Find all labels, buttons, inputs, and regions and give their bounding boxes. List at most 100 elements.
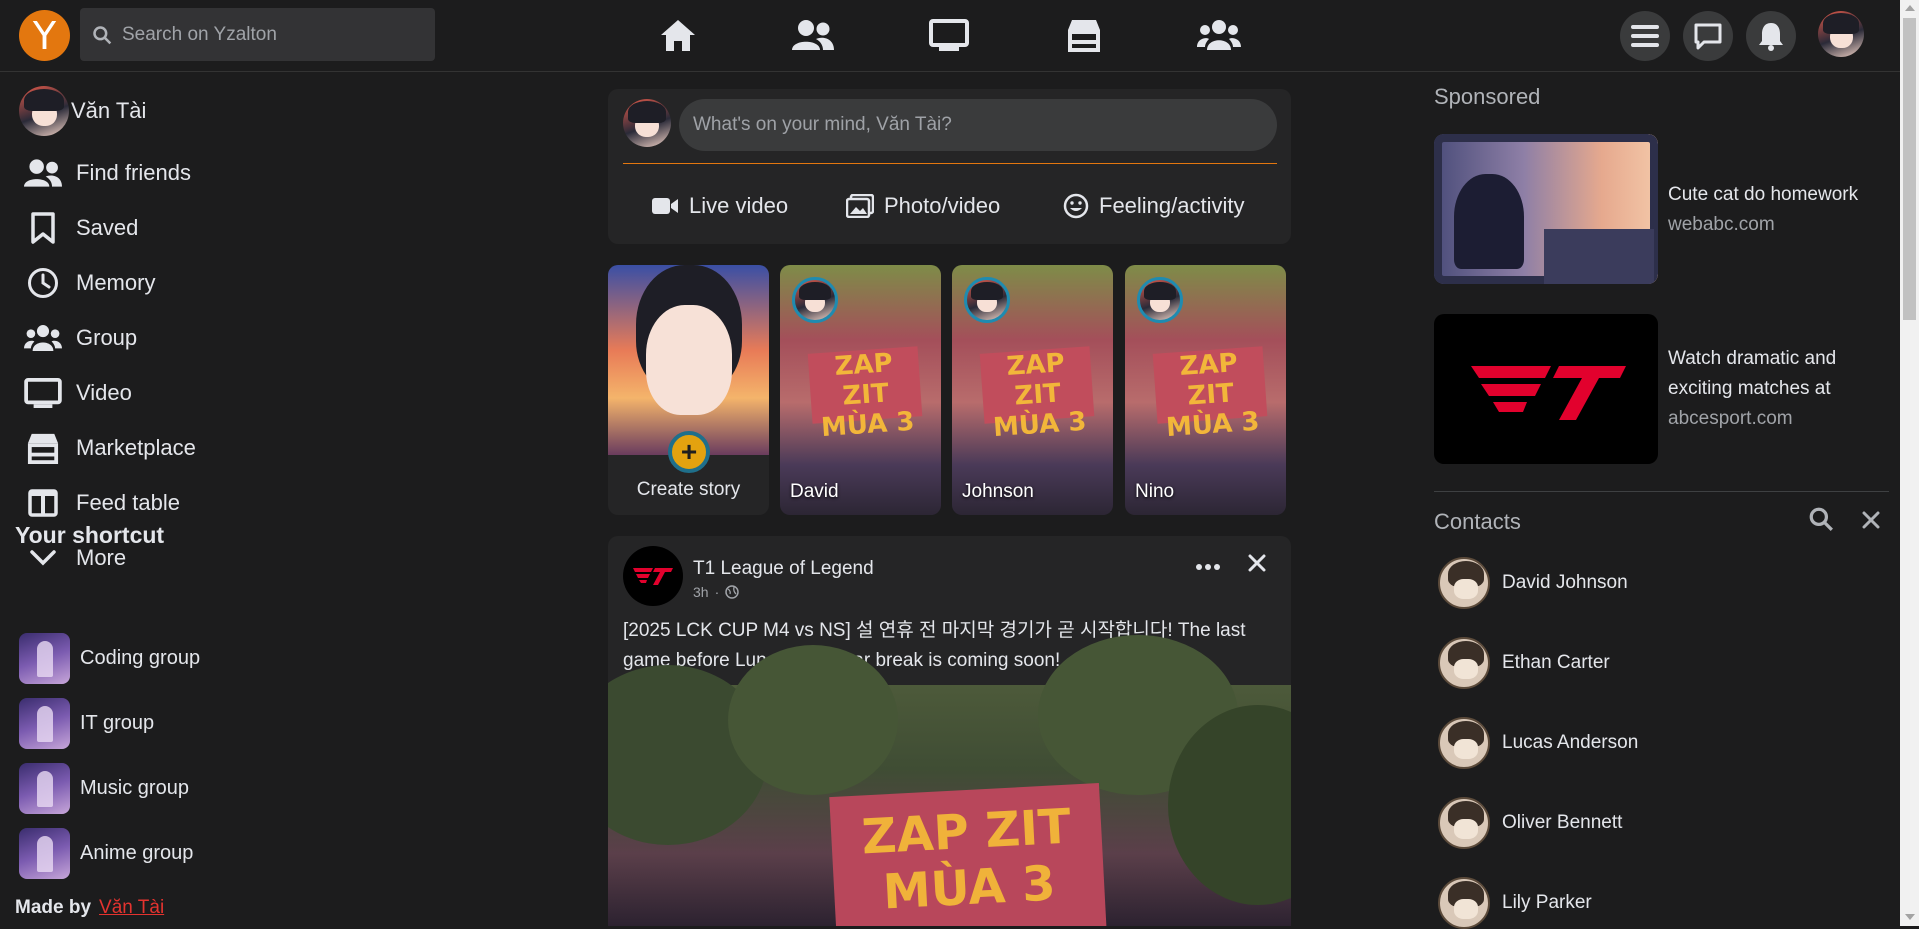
contact-avatar (1438, 637, 1490, 689)
friends-icon (24, 154, 62, 192)
feeling-activity-label: Feeling/activity (1099, 193, 1245, 218)
scroll-up-arrow[interactable] (1905, 5, 1915, 11)
friends-icon[interactable] (788, 15, 838, 55)
contact-item[interactable]: Oliver Bennett (1438, 797, 1622, 849)
story-card[interactable]: ZAP ZIT MÙA 3 David (780, 265, 941, 515)
ad-title: Cute cat do homework (1668, 184, 1859, 205)
contact-item[interactable]: Lucas Anderson (1438, 717, 1638, 769)
post-image-banner-text: ZAP ZIT MÙA 3 (829, 783, 1107, 926)
photo-video-label: Photo/video (884, 193, 1001, 218)
close-icon[interactable] (1248, 554, 1266, 577)
group-thumbnail (19, 633, 70, 684)
globe-icon (725, 585, 739, 599)
contacts-title: Contacts (1434, 509, 1521, 534)
author-link[interactable]: Văn Tài (99, 897, 164, 919)
shortcut-title: Your shortcut (15, 522, 165, 548)
sidebar-item-marketplace[interactable]: Marketplace (24, 429, 196, 467)
story-user-name: Johnson (962, 481, 1034, 502)
ad-title: Watch dramatic and exciting matches at (1668, 348, 1837, 399)
ad-card[interactable]: Watch dramatic and exciting matches at a… (1434, 314, 1874, 464)
contact-name: Ethan Carter (1502, 652, 1610, 673)
sidebar-item-find-friends[interactable]: Find friends (24, 154, 191, 192)
sponsored-title: Sponsored (1434, 84, 1541, 109)
contact-item[interactable]: Lily Parker (1438, 877, 1592, 929)
story-banner-text: ZAP ZIT MÙA 3 (979, 346, 1095, 443)
sidebar-item-memory[interactable]: Memory (24, 264, 155, 302)
scroll-down-arrow[interactable] (1905, 914, 1915, 920)
home-icon[interactable] (653, 15, 703, 55)
groups-icon[interactable] (1194, 15, 1244, 55)
composer-divider (623, 163, 1277, 164)
close-icon[interactable] (1862, 511, 1880, 534)
sidebar-item-label: Video (76, 380, 132, 405)
shortcut-label: Music group (80, 777, 189, 799)
ad-site: webabc.com (1668, 214, 1775, 235)
contact-avatar (1438, 557, 1490, 609)
contact-name: David Johnson (1502, 572, 1628, 593)
shortcut-item[interactable]: Anime group (19, 828, 193, 879)
shortcut-label: IT group (80, 712, 155, 734)
create-story-label: Create story (636, 479, 741, 500)
made-by-label: Made by (15, 897, 92, 918)
shortcut-item[interactable]: Music group (19, 763, 189, 814)
sidebar-item-label: Feed table (76, 490, 180, 515)
scrollbar-thumb[interactable] (1903, 18, 1916, 320)
sidebar-item-video[interactable]: Video (24, 374, 132, 412)
contact-item[interactable]: David Johnson (1438, 557, 1628, 609)
search-input[interactable] (122, 23, 422, 46)
page-scrollbar[interactable] (1900, 0, 1919, 926)
story-card[interactable]: ZAP ZIT MÙA 3 Nino (1125, 265, 1286, 515)
sidebar-item-group[interactable]: Group (24, 319, 137, 357)
story-banner-text: ZAP ZIT MÙA 3 (1152, 346, 1268, 443)
more-options-icon[interactable] (1195, 558, 1221, 576)
story-avatar (1137, 277, 1183, 323)
top-bar: Y (0, 0, 1900, 72)
ad-image-cat (1434, 134, 1658, 284)
create-story-card[interactable]: + Create story (608, 265, 769, 515)
ad-card[interactable]: Cute cat do homework webabc.com (1434, 134, 1874, 284)
sidebar-item-saved[interactable]: Saved (24, 209, 138, 247)
app-logo[interactable]: Y (19, 10, 70, 61)
columns-icon (24, 484, 62, 522)
search-icon[interactable] (1808, 506, 1834, 537)
profile-link[interactable]: Văn Tài (19, 86, 146, 136)
composer-input[interactable]: What's on your mind, Văn Tài? (679, 99, 1277, 151)
video-icon[interactable] (924, 15, 974, 55)
profile-avatar[interactable] (1818, 11, 1864, 57)
notifications-icon[interactable] (1746, 11, 1796, 61)
story-card[interactable]: ZAP ZIT MÙA 3 Johnson (952, 265, 1113, 515)
live-video-button[interactable]: Live video (651, 193, 788, 219)
contact-name: Oliver Bennett (1502, 812, 1623, 833)
story-user-name: Nino (1135, 481, 1175, 502)
sidebar-item-feed-table[interactable]: Feed table (24, 484, 180, 522)
sidebar-item-label: Saved (76, 215, 139, 240)
store-icon (24, 429, 62, 467)
shortcut-label: Coding group (80, 647, 201, 669)
feeling-activity-button[interactable]: Feeling/activity (1063, 193, 1245, 219)
shortcut-item[interactable]: Coding group (19, 633, 200, 684)
photo-video-button[interactable]: Photo/video (846, 193, 1000, 219)
post-author[interactable]: T1 League of Legend (693, 558, 874, 580)
video-camera-icon (652, 198, 678, 214)
search-box[interactable] (80, 8, 435, 61)
group-thumbnail (19, 828, 70, 879)
bookmark-icon (24, 209, 62, 247)
sidebar-item-label: Marketplace (76, 435, 196, 460)
sidebar-item-label: Find friends (76, 160, 191, 185)
contact-avatar (1438, 717, 1490, 769)
ad-site: abcesport.com (1668, 408, 1793, 429)
post-image[interactable]: ZAP ZIT MÙA 3 (608, 635, 1291, 926)
story-avatar (792, 277, 838, 323)
composer-avatar (623, 99, 671, 147)
menu-icon[interactable] (1620, 11, 1670, 61)
marketplace-icon[interactable] (1059, 15, 1109, 55)
smile-icon (1063, 193, 1089, 219)
contact-name: Lucas Anderson (1502, 732, 1639, 753)
contact-item[interactable]: Ethan Carter (1438, 637, 1610, 689)
group-thumbnail (19, 763, 70, 814)
messenger-icon[interactable] (1683, 11, 1733, 61)
shortcut-item[interactable]: IT group (19, 698, 154, 749)
contact-avatar (1438, 797, 1490, 849)
t1-logo[interactable] (623, 546, 683, 606)
footer-credit: Made by Văn Tài (15, 897, 164, 919)
